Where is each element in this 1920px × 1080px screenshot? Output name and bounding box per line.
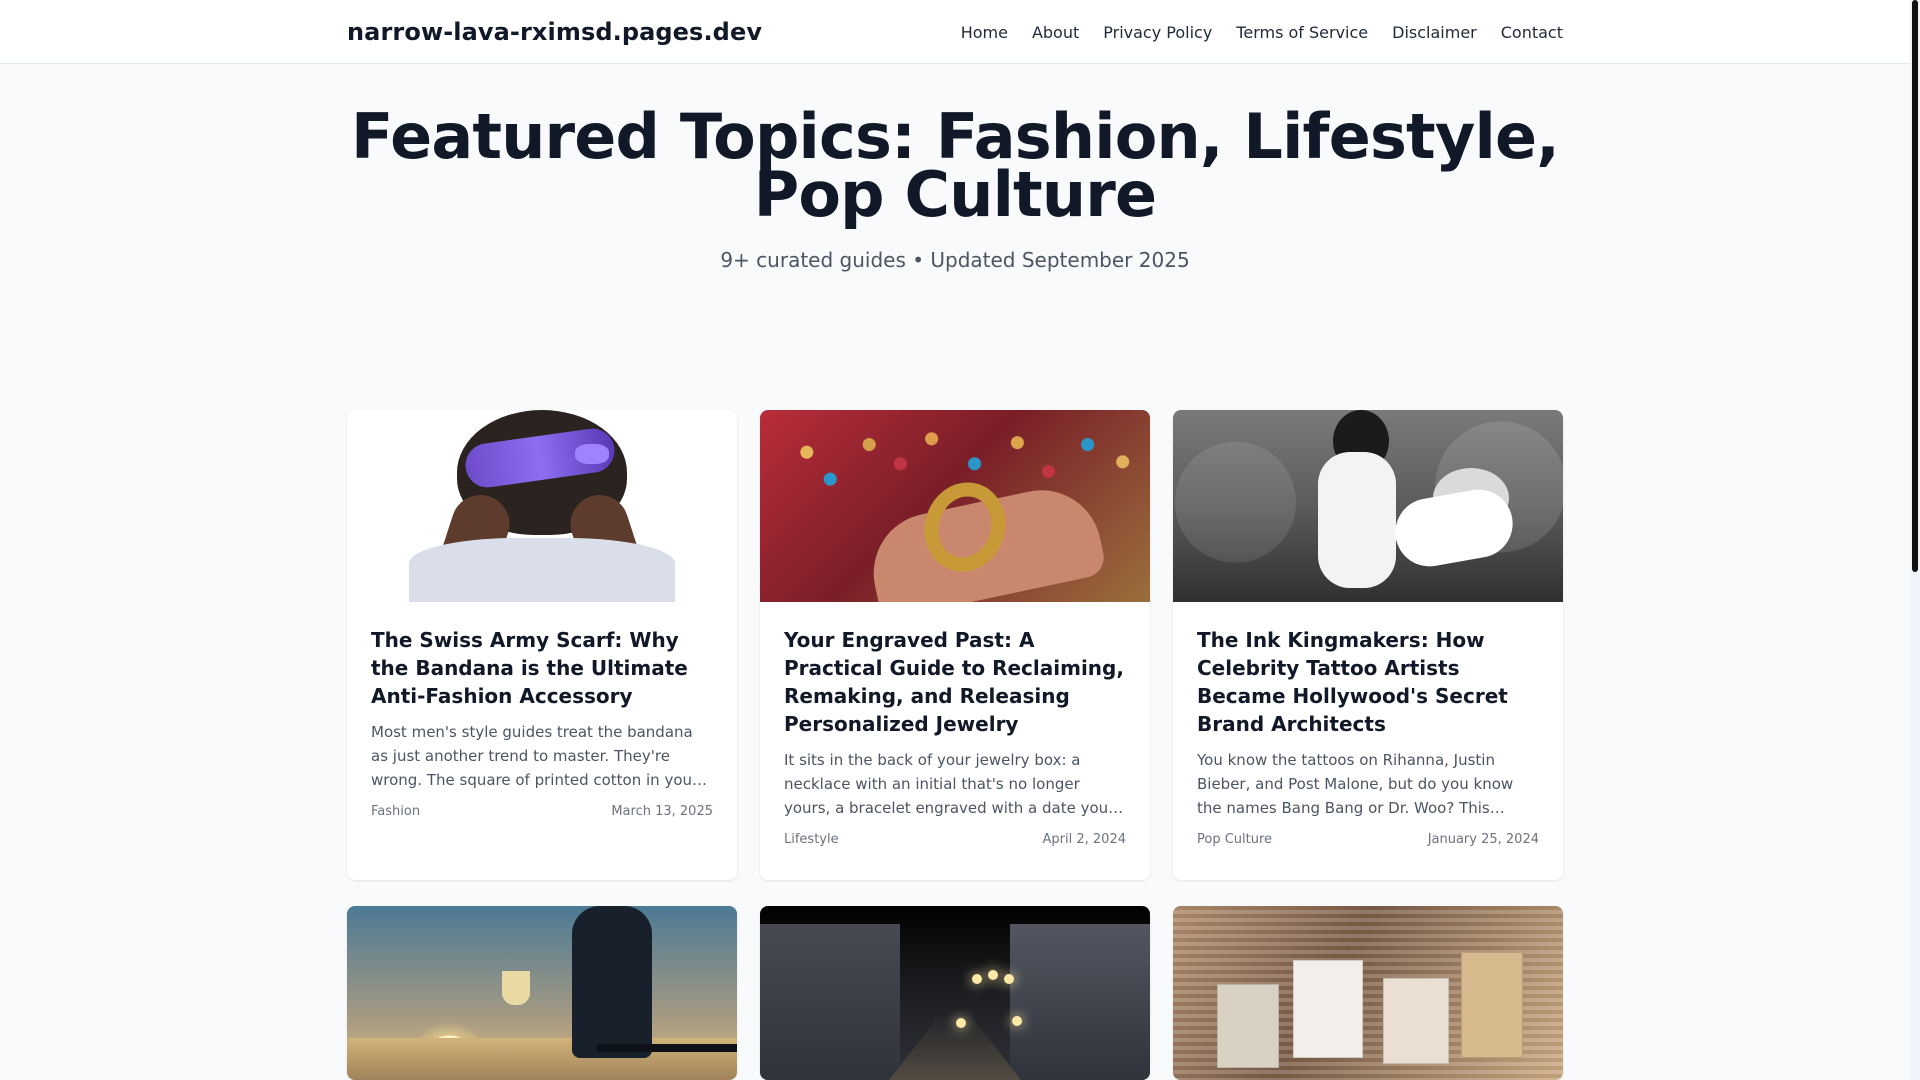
article-excerpt: It sits in the back of your jewelry box:… bbox=[784, 751, 1122, 817]
street-light-icon bbox=[988, 970, 998, 980]
bandana-knot-illustration bbox=[575, 444, 609, 464]
article-card-fashion[interactable]: The Swiss Army Scarf: Why the Bandana is… bbox=[347, 410, 737, 880]
site-brand-link[interactable]: narrow-lava-rximsd.pages.dev bbox=[347, 18, 762, 46]
page-scrollbar-track[interactable] bbox=[1910, 0, 1920, 1080]
article-meta: Fashion March 13, 2025 bbox=[371, 804, 713, 819]
page-scrollbar-thumb[interactable] bbox=[1912, 0, 1918, 572]
sunset-article-image bbox=[347, 906, 737, 1080]
nav-contact-link[interactable]: Contact bbox=[1501, 23, 1563, 42]
street-light-icon bbox=[1012, 1016, 1022, 1026]
article-card-magazines[interactable] bbox=[1173, 906, 1563, 1080]
nav-home-link[interactable]: Home bbox=[961, 23, 1008, 42]
article-card-body: The Swiss Army Scarf: Why the Bandana is… bbox=[347, 602, 737, 843]
magazine-cover-icon bbox=[1217, 984, 1279, 1068]
page-title: Featured Topics: Fashion, Lifestyle, Pop… bbox=[351, 100, 1560, 231]
right-building-illustration bbox=[1010, 924, 1150, 1080]
man-shirt-illustration bbox=[1318, 452, 1396, 588]
street-light-icon bbox=[1004, 974, 1014, 984]
featured-topics-hero: Featured Topics: Fashion, Lifestyle, Pop… bbox=[347, 100, 1563, 273]
article-date: March 13, 2025 bbox=[611, 804, 713, 819]
left-building-illustration bbox=[760, 924, 900, 1080]
tattoo-article-image bbox=[1173, 410, 1563, 602]
article-excerpt: You know the tattoos on Rihanna, Justin … bbox=[1197, 751, 1514, 817]
article-category: Pop Culture bbox=[1197, 832, 1273, 847]
article-title[interactable]: Your Engraved Past: A Practical Guide to… bbox=[784, 626, 1126, 738]
article-card-sunset[interactable] bbox=[347, 906, 737, 1080]
article-category: Fashion bbox=[371, 804, 421, 819]
white-shirt-illustration bbox=[409, 538, 675, 602]
nav-about-link[interactable]: About bbox=[1032, 23, 1079, 42]
primary-navigation: Home About Privacy Policy Terms of Servi… bbox=[961, 23, 1563, 42]
bandana-article-image bbox=[347, 410, 737, 602]
article-card-body: Your Engraved Past: A Practical Guide to… bbox=[760, 602, 1150, 871]
nav-privacy-policy-link[interactable]: Privacy Policy bbox=[1103, 23, 1212, 42]
jewelry-article-image bbox=[760, 410, 1150, 602]
nav-terms-of-service-link[interactable]: Terms of Service bbox=[1236, 23, 1368, 42]
article-meta: Lifestyle April 2, 2024 bbox=[784, 832, 1126, 847]
top-navigation-inner: narrow-lava-rximsd.pages.dev Home About … bbox=[347, 0, 1563, 64]
top-navigation-bar: narrow-lava-rximsd.pages.dev Home About … bbox=[0, 0, 1910, 64]
night-street-article-image bbox=[760, 906, 1150, 1080]
street-light-icon bbox=[972, 974, 982, 984]
person-silhouette-illustration bbox=[572, 906, 652, 1058]
article-title[interactable]: The Ink Kingmakers: How Celebrity Tattoo… bbox=[1197, 626, 1539, 738]
boat-rail-illustration bbox=[597, 1044, 737, 1052]
article-card-pop-culture[interactable]: The Ink Kingmakers: How Celebrity Tattoo… bbox=[1173, 410, 1563, 880]
article-meta: Pop Culture January 25, 2024 bbox=[1197, 832, 1539, 847]
nav-disclaimer-link[interactable]: Disclaimer bbox=[1392, 23, 1477, 42]
article-card-lifestyle[interactable]: Your Engraved Past: A Practical Guide to… bbox=[760, 410, 1150, 880]
article-title[interactable]: The Swiss Army Scarf: Why the Bandana is… bbox=[371, 626, 713, 710]
page-subtitle: 9+ curated guides • Updated September 20… bbox=[720, 248, 1190, 272]
article-excerpt: Most men's style guides treat the bandan… bbox=[371, 723, 699, 789]
article-card-body: The Ink Kingmakers: How Celebrity Tattoo… bbox=[1173, 602, 1563, 871]
article-date: January 25, 2024 bbox=[1427, 832, 1539, 847]
street-light-icon bbox=[956, 1018, 966, 1028]
wine-glass-illustration bbox=[502, 971, 530, 1005]
magazine-cover-icon bbox=[1383, 978, 1449, 1064]
magazine-cover-icon bbox=[1293, 960, 1363, 1058]
page: narrow-lava-rximsd.pages.dev Home About … bbox=[0, 0, 1920, 1080]
magazine-cover-icon bbox=[1461, 952, 1523, 1058]
article-card-street[interactable] bbox=[760, 906, 1150, 1080]
article-category: Lifestyle bbox=[784, 832, 839, 847]
magazines-article-image bbox=[1173, 906, 1563, 1080]
article-date: April 2, 2024 bbox=[1042, 832, 1126, 847]
